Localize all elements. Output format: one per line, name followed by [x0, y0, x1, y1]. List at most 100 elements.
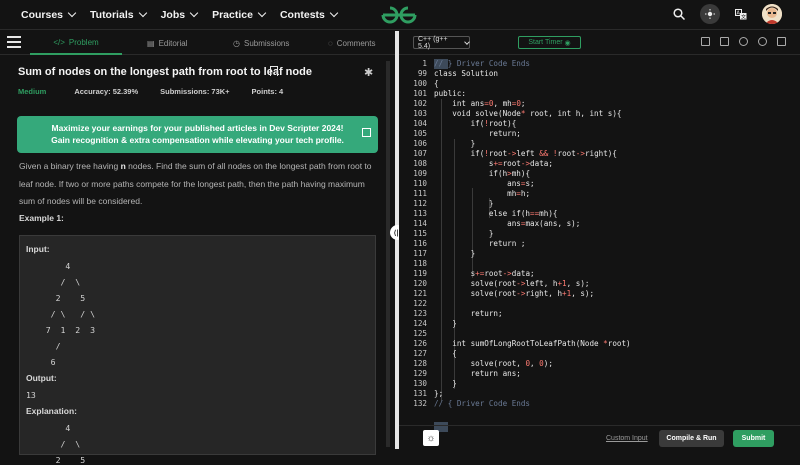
- code-line: }: [434, 379, 457, 388]
- search-icon[interactable]: [673, 8, 685, 20]
- line-number: 113: [413, 209, 427, 218]
- chevron-down-icon: [257, 8, 267, 18]
- nav-courses[interactable]: Courses: [21, 8, 77, 21]
- line-number: 1: [422, 59, 427, 68]
- code-line: class Solution: [434, 69, 499, 78]
- tree-line: / \: [26, 439, 81, 449]
- code-line: };: [434, 389, 444, 398]
- nav-contests[interactable]: Contests: [280, 9, 339, 21]
- menu-icon[interactable]: [7, 36, 21, 48]
- tab-problem[interactable]: </> Problem: [30, 31, 122, 55]
- line-number: 104: [413, 119, 427, 128]
- translate-icon[interactable]: A文: [735, 8, 747, 20]
- tab-submissions[interactable]: ◷ Submissions: [233, 31, 289, 55]
- theme-toggle-button[interactable]: [700, 4, 720, 24]
- code-editor[interactable]: 1 99 100 101 102 103 104 105 106 107 108 109 110 111 1…: [399, 55, 800, 432]
- line-number: 100: [413, 79, 427, 88]
- line-number: 105: [413, 129, 427, 138]
- output-value: 13: [26, 390, 36, 400]
- output-label: Output:: [26, 373, 57, 383]
- tree-line: 2 5: [26, 293, 86, 303]
- code-line: }: [434, 319, 457, 328]
- line-number: 118: [413, 259, 427, 268]
- chevron-down-icon: [464, 38, 470, 45]
- chevron-down-icon: [138, 8, 147, 18]
- code-line: return;: [434, 129, 521, 138]
- problem-panel: </> Problem ▤ Editorial ◷ Submissions ◌ Comm…: [0, 31, 395, 465]
- tree-line: / \ / \: [26, 309, 96, 319]
- editor-panel: C++ (g++ 5.4) Start Timer ◉ 1 99 100 101 102…: [399, 31, 800, 449]
- nav-tutorials[interactable]: Tutorials: [90, 8, 147, 21]
- example-box: Input: 4 / \ 2 5 / \ / \ 7 1 2 3 / 6 Out…: [19, 235, 376, 465]
- code-line: }: [434, 199, 494, 208]
- line-number: 130: [413, 379, 427, 388]
- problem-tabs: </> Problem ▤ Editorial ◷ Submissions ◌ Comm…: [0, 31, 395, 55]
- tree-line: 6: [26, 357, 56, 367]
- settings-icon[interactable]: [739, 37, 748, 46]
- avatar-image: [762, 4, 782, 24]
- tree-line: 4: [26, 423, 71, 433]
- line-number: 106: [413, 139, 427, 148]
- code-line: int ans=0, mh=0;: [434, 99, 526, 108]
- submissions-stat: Submissions: 73K+: [160, 87, 230, 96]
- start-timer-button[interactable]: Start Timer ◉: [518, 36, 581, 49]
- line-number: 115: [413, 229, 427, 238]
- code-line: // { Driver Code Ends: [434, 399, 531, 408]
- compile-run-button[interactable]: Compile & Run: [659, 430, 724, 447]
- copy-icon[interactable]: [701, 37, 710, 46]
- avatar[interactable]: [762, 4, 782, 24]
- line-number: 107: [413, 149, 427, 158]
- example-title: Example 1:: [19, 213, 64, 223]
- line-number: 116: [413, 239, 427, 248]
- chevron-down-icon: [67, 8, 77, 18]
- line-number: 102: [413, 99, 427, 108]
- code-line: return;: [434, 309, 503, 318]
- custom-input-link[interactable]: Custom Input: [606, 435, 648, 442]
- code-line: solve(root->left, h+1, s);: [434, 279, 590, 288]
- code-line: // } Driver Code Ends: [434, 59, 531, 68]
- clock-icon: ◷: [233, 38, 240, 48]
- fullscreen-icon[interactable]: [720, 37, 729, 46]
- code-line: }: [434, 139, 476, 148]
- line-number: 119: [413, 269, 427, 278]
- timer-icon: ◉: [564, 39, 571, 47]
- bug-icon[interactable]: ✱: [364, 66, 373, 79]
- promo-banner[interactable]: Maximize your earnings for your publishe…: [17, 116, 378, 153]
- sun-icon: [705, 9, 715, 19]
- line-number: 103: [413, 109, 427, 118]
- line-number: 128: [413, 359, 427, 368]
- code-line: solve(root, 0, 0);: [434, 359, 553, 368]
- code-line: mh=h;: [434, 189, 531, 198]
- nav-practice[interactable]: Practice: [212, 8, 267, 21]
- svg-text:文: 文: [741, 13, 746, 20]
- language-select[interactable]: C++ (g++ 5.4): [413, 36, 470, 50]
- code-line: solve(root->right, h+1, s);: [434, 289, 595, 298]
- line-number: 127: [413, 349, 427, 358]
- bookmark-icon[interactable]: [270, 66, 278, 76]
- tab-editorial[interactable]: ▤ Editorial: [147, 31, 187, 55]
- tab-comments[interactable]: ◌ Comments: [328, 31, 375, 55]
- hint-bulb-icon[interactable]: ☼: [423, 430, 439, 446]
- line-number: 125: [413, 329, 427, 338]
- accuracy-stat: Accuracy: 52.39%: [74, 87, 139, 96]
- code-line: s+=root->data;: [434, 269, 535, 278]
- code-line: if(h>mh){: [434, 169, 531, 178]
- submit-button[interactable]: Submit: [733, 430, 774, 447]
- maximize-icon[interactable]: [777, 37, 786, 46]
- line-number: 131: [413, 389, 427, 398]
- tree-line: / \: [26, 277, 81, 287]
- line-number: 132: [413, 399, 427, 408]
- tree-line: 2 5: [26, 455, 86, 465]
- line-number: 101: [413, 89, 427, 98]
- code-line: ans=s;: [434, 179, 535, 188]
- gfg-logo[interactable]: [380, 4, 418, 26]
- top-navbar: Courses Tutorials Jobs Practice Contests…: [0, 0, 800, 30]
- code-line: s+=root->data;: [434, 159, 553, 168]
- external-link-icon[interactable]: [362, 128, 371, 137]
- code-icon: </>: [53, 37, 65, 47]
- nav-jobs[interactable]: Jobs: [161, 9, 199, 21]
- code-line: if(!root->left && !root->right){: [434, 149, 617, 158]
- reset-icon[interactable]: [758, 37, 767, 46]
- scrollbar[interactable]: [386, 61, 390, 447]
- line-number: 122: [413, 299, 427, 308]
